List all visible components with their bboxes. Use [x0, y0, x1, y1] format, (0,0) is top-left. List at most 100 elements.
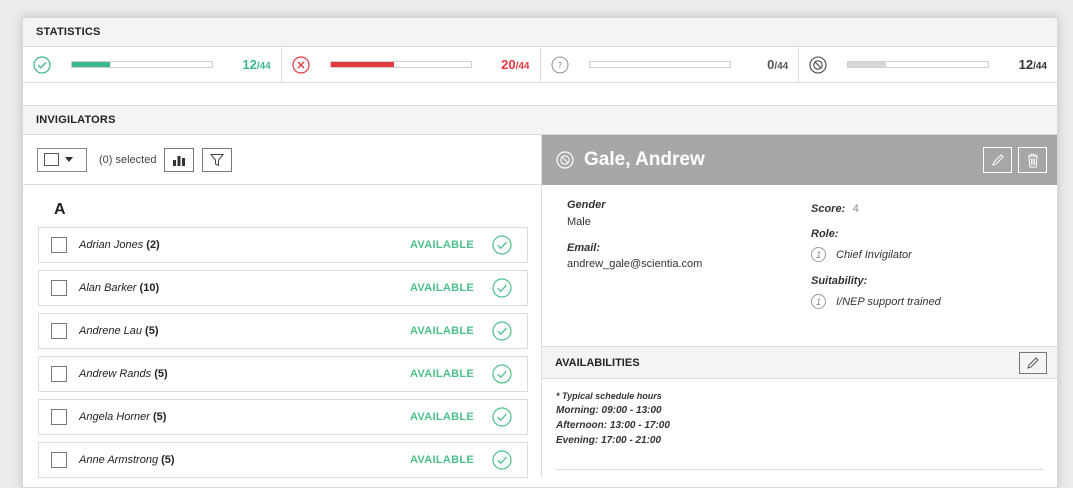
selected-count: (0) selected: [99, 153, 157, 166]
select-all-dropdown[interactable]: [37, 147, 87, 172]
check-circle-icon: [492, 235, 512, 255]
invigilator-count: (5): [142, 325, 159, 337]
x-circle-icon: [292, 55, 310, 74]
status-badge: AVAILABLE: [409, 239, 474, 251]
stat-progress-bar: [588, 61, 731, 68]
pencil-icon: [991, 154, 1004, 166]
svg-text:?: ?: [557, 61, 562, 71]
invigilator-name-text: Anne Armstrong: [79, 454, 159, 466]
stat-unknown: ? 0/44: [541, 47, 800, 82]
edit-button[interactable]: [983, 147, 1012, 173]
invigilator-name: Andrene Lau (5): [79, 325, 159, 337]
invigilator-name: Angela Horner (5): [79, 411, 166, 423]
check-circle-icon: [33, 55, 51, 74]
delete-button[interactable]: [1018, 147, 1047, 173]
suitability-rank-badge: 1: [811, 294, 826, 309]
table-row[interactable]: Alan Barker (10) AVAILABLE: [38, 270, 528, 306]
invigilator-name-text: Angela Horner: [79, 411, 150, 423]
statistics-title: STATISTICS: [36, 26, 101, 38]
unavailable-circle-icon: [556, 151, 574, 169]
invigilators-header: INVIGILATORS: [23, 106, 1057, 135]
schedule-note: * Typical schedule hours: [556, 391, 662, 401]
status-badge: AVAILABLE: [409, 282, 474, 294]
invigilator-count: (5): [149, 411, 167, 423]
row-checkbox[interactable]: [51, 280, 67, 296]
stat-progress-fill: [72, 62, 111, 67]
email-value: andrew_gale@scientia.com: [567, 258, 703, 270]
group-letter: A: [54, 201, 66, 218]
score-line: Score: 4: [811, 199, 1057, 217]
gender-label: Gender: [567, 199, 606, 211]
row-checkbox[interactable]: [51, 366, 67, 382]
edit-availabilities-button[interactable]: [1019, 351, 1047, 374]
stat-unavailable: 20/44: [282, 47, 541, 82]
stat-count: 0/44: [767, 57, 789, 72]
unavailable-circle-icon: [809, 55, 827, 74]
invigilator-list-panel: (0) selected A Adrian Jones (2) AVAILABLE…: [23, 135, 542, 478]
afternoon-slot: Afternoon: 13:00 - 17:00: [556, 420, 670, 431]
question-circle-icon: ?: [550, 55, 569, 74]
stat-progress-bar: [847, 61, 990, 68]
invigilator-name: Adrian Jones (2): [79, 239, 160, 251]
check-circle-icon: [492, 407, 512, 427]
filter-icon: [210, 153, 225, 166]
invigilator-name: Alan Barker (10): [79, 282, 159, 294]
status-badge: AVAILABLE: [409, 325, 474, 337]
availabilities-title: AVAILABILITIES: [555, 356, 640, 369]
row-checkbox[interactable]: [51, 409, 67, 425]
evening-slot: Evening: 17:00 - 21:00: [556, 435, 662, 446]
check-circle-icon: [492, 450, 512, 470]
table-row[interactable]: Andrew Rands (5) AVAILABLE: [38, 356, 528, 392]
stat-available: 12/44: [23, 47, 282, 82]
morning-slot: Morning: 09:00 - 13:00: [556, 405, 662, 416]
chart-button[interactable]: [164, 147, 195, 172]
detail-column-right: Score: 4 Role: 1 Chief Invigilator Suita…: [811, 199, 1057, 346]
stat-count: 12/44: [242, 57, 271, 72]
table-row[interactable]: Anne Armstrong (5) AVAILABLE: [38, 442, 528, 478]
invigilator-name-text: Adrian Jones: [79, 239, 144, 251]
select-all-checkbox[interactable]: [44, 153, 59, 166]
stat-count: 12/44: [1018, 57, 1047, 72]
row-checkbox[interactable]: [51, 452, 67, 468]
status-badge: AVAILABLE: [409, 454, 474, 466]
invigilator-count: (5): [158, 454, 175, 466]
row-checkbox[interactable]: [51, 237, 67, 253]
suitability-label: Suitability:: [811, 275, 868, 287]
role-rank-badge: 1: [811, 247, 826, 262]
pencil-icon: [1027, 356, 1039, 369]
role-item: 1 Chief Invigilator: [811, 247, 1057, 262]
invigilator-name-text: Alan Barker: [79, 282, 137, 294]
invigilator-count: (10): [136, 282, 160, 294]
section-spacer: [23, 83, 1057, 106]
suitability-value: I/NEP support trained: [836, 295, 941, 308]
table-row[interactable]: Andrene Lau (5) AVAILABLE: [38, 313, 528, 349]
stat-progress-bar: [329, 61, 472, 68]
table-row[interactable]: Adrian Jones (2) AVAILABLE: [38, 227, 528, 263]
role-value: Chief Invigilator: [836, 248, 912, 261]
bar-chart-icon: [173, 155, 186, 166]
filter-button[interactable]: [202, 147, 233, 172]
row-checkbox[interactable]: [51, 323, 67, 339]
invigilator-detail-panel: Gale, Andrew Gender Male Email: andrew_g…: [542, 135, 1057, 478]
role-label: Role:: [811, 228, 839, 240]
email-label: Email:: [567, 242, 601, 254]
invigilator-name-text: Andrew Rands: [79, 368, 152, 380]
table-row[interactable]: Angela Horner (5) AVAILABLE: [38, 399, 528, 435]
stat-progress-fill: [848, 62, 887, 67]
statistics-header: STATISTICS: [23, 18, 1057, 47]
invigilator-panel: STATISTICS 12/44 20/44 ? 0/44 12/44 INVI…: [22, 17, 1058, 488]
detail-header: Gale, Andrew: [542, 135, 1057, 185]
trash-icon: [1027, 153, 1038, 167]
list-toolbar: (0) selected: [23, 135, 541, 185]
stat-count: 20/44: [501, 57, 530, 72]
invigilator-count: (5): [151, 368, 168, 380]
divider: [556, 469, 1043, 470]
invigilator-name: Anne Armstrong (5): [79, 454, 175, 466]
score-value: 4: [852, 203, 859, 215]
status-badge: AVAILABLE: [409, 368, 474, 380]
stat-progress-fill: [330, 62, 395, 67]
availabilities-body: * Typical schedule hours Morning: 09:00 …: [542, 379, 1057, 446]
stat-not-applicable: 12/44: [799, 47, 1057, 82]
check-circle-icon: [492, 364, 512, 384]
suitability-item: 1 I/NEP support trained: [811, 294, 1057, 309]
